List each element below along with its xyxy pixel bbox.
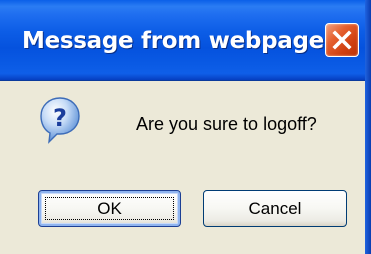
cancel-button-label: Cancel <box>248 199 302 218</box>
ok-button-label: OK <box>97 199 122 218</box>
dialog-message: Are you sure to logoff? <box>136 114 317 134</box>
title-bar[interactable]: Message from webpage <box>0 0 371 81</box>
svg-text:?: ? <box>53 104 67 132</box>
cancel-button[interactable]: Cancel <box>203 190 347 227</box>
window-right-border <box>365 0 371 254</box>
message-dialog: Message from webpage ? Are you sure to l… <box>0 0 371 254</box>
window-title: Message from webpage <box>22 28 324 54</box>
ok-button[interactable]: OK <box>38 190 181 227</box>
close-icon <box>332 30 352 50</box>
close-button[interactable] <box>325 23 359 57</box>
question-icon: ? <box>38 95 82 145</box>
